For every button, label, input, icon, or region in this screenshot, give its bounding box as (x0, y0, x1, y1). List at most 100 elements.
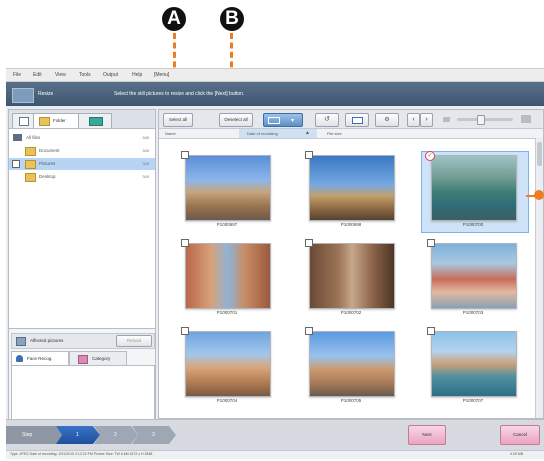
photo-thumbnail[interactable] (185, 155, 271, 221)
callout-b: B (220, 7, 244, 31)
tree-item-label: Pictures (39, 161, 56, 166)
zoom-large-icon (521, 115, 531, 123)
photo-name: P1000702 (340, 310, 362, 315)
menu-tools[interactable]: Tools (79, 72, 91, 78)
vertical-scrollbar[interactable] (535, 138, 543, 418)
cancel-button[interactable]: Cancel (500, 425, 540, 445)
step-label: Step (22, 432, 33, 438)
folder-icon (25, 160, 36, 169)
thumbnail-toolbar: Select all Deselect all ▾ ↺ ⚙ ‹ › (159, 110, 543, 129)
photo-name: P1000701 (216, 310, 238, 315)
photo-checkbox[interactable] (305, 327, 313, 335)
tree-item-document[interactable]: Document 345 (9, 145, 155, 157)
photo-thumbnail[interactable] (431, 243, 517, 309)
photo-name: P1000705 (340, 398, 362, 403)
sort-ascending-icon: ▲ (305, 130, 310, 136)
previous-button[interactable]: ‹ (407, 113, 420, 127)
menu-output[interactable]: Output (103, 72, 118, 78)
tree-item-pictures[interactable]: Pictures 345 (9, 158, 155, 170)
photo-thumbnail[interactable] (431, 331, 517, 397)
photo-checkbox[interactable] (181, 151, 189, 159)
next-button[interactable]: Next (408, 425, 446, 445)
menu-view[interactable]: View (55, 72, 66, 78)
folder-icon (25, 173, 36, 182)
affected-pictures-row: Affected pictures Reload (11, 333, 155, 349)
rotate-button[interactable]: ↺ (315, 113, 339, 127)
tree-item-count: 345 (142, 174, 149, 179)
tree-item-label: All files (26, 135, 41, 140)
view-mode-dropdown[interactable]: ▾ (263, 113, 303, 127)
next-page-button[interactable]: › (420, 113, 433, 127)
photo-checkbox[interactable] (427, 239, 435, 247)
info-button[interactable]: ⚙ (375, 113, 399, 127)
category-icon (78, 355, 88, 364)
menu-extra[interactable]: [Menu] (154, 72, 169, 78)
tab-folder-label: Folder (53, 118, 66, 123)
deselect-all-button[interactable]: Deselect all (219, 113, 253, 127)
zoom-slider[interactable] (457, 115, 513, 125)
photo-thumbnail[interactable] (185, 243, 271, 309)
menu-bar: File Edit View Tools Output Help [Menu] (6, 69, 544, 82)
frame-button[interactable] (345, 113, 369, 127)
photo-thumbnail[interactable] (309, 331, 395, 397)
step-2: 2 (94, 426, 138, 444)
resize-icon (12, 88, 34, 103)
photo-thumbnail[interactable] (185, 331, 271, 397)
tree-item-all-files[interactable]: All files 345 (9, 132, 155, 144)
photo-name: P1000704 (216, 398, 238, 403)
left-tab-strip: Folder (9, 110, 155, 129)
tree-item-count: 345 (142, 135, 149, 140)
thumbnail-view-icon (268, 117, 280, 124)
sort-by-name[interactable]: Name (165, 131, 176, 136)
tree-item-label: Desktop (39, 174, 56, 179)
sort-by-file-size[interactable]: File size (327, 131, 342, 136)
wizard-footer: Step 1 2 3 Next Cancel (6, 419, 544, 450)
photo-checkbox[interactable] (181, 239, 189, 247)
thumbnail-pane: Select all Deselect all ▾ ↺ ⚙ ‹ › Name D… (158, 109, 544, 419)
chevron-right-icon: › (425, 116, 428, 123)
tab-folder[interactable]: Folder (33, 113, 79, 128)
photo-name: P1000703 (462, 310, 484, 315)
chevron-left-icon: ‹ (412, 116, 415, 123)
affected-pictures-label: Affected pictures (30, 338, 64, 343)
step-label-block: Step (6, 426, 66, 444)
frame-icon (352, 117, 363, 124)
select-all-button[interactable]: Select all (163, 113, 193, 127)
photo-checkbox[interactable] (305, 151, 313, 159)
category-label: Category (92, 356, 111, 361)
title-instruction: Select the still pictures to resize and … (114, 91, 245, 97)
photo-name: P1000698 (340, 222, 362, 227)
photo-checkbox[interactable] (305, 239, 313, 247)
tab-calendar[interactable] (12, 113, 34, 128)
zoom-slider-handle[interactable] (477, 115, 485, 125)
menu-edit[interactable]: Edit (33, 72, 42, 78)
scrollbar-thumb[interactable] (537, 142, 542, 166)
status-info: Type: JPEG Date of recording: 3/31/2010 … (10, 452, 153, 456)
album-icon (89, 117, 103, 126)
zoom-small-icon (443, 117, 450, 122)
selected-check-icon[interactable]: ✓ (425, 151, 435, 161)
tab-album[interactable] (78, 113, 112, 128)
tree-item-label: Document (39, 148, 60, 153)
reload-button[interactable]: Reload (116, 335, 152, 347)
folder-icon (25, 147, 36, 156)
selection-pointer-dot (534, 190, 544, 200)
menu-help[interactable]: Help (132, 72, 142, 78)
expand-toggle-icon[interactable] (12, 160, 20, 168)
photo-thumbnail[interactable] (309, 155, 395, 221)
photo-checkbox[interactable] (427, 327, 435, 335)
chevron-down-icon: ▾ (291, 118, 295, 124)
status-file-size: 4.30 MB (510, 452, 524, 456)
menu-file[interactable]: File (13, 72, 21, 78)
photo-thumbnail[interactable] (309, 243, 395, 309)
calendar-icon (19, 117, 29, 126)
person-icon (16, 355, 23, 362)
step-2-number: 2 (114, 432, 117, 438)
sort-by-date[interactable]: Date of recording (247, 131, 278, 136)
tree-item-desktop[interactable]: Desktop 345 (9, 171, 155, 183)
computer-icon (13, 134, 22, 141)
photo-thumbnail[interactable] (431, 155, 517, 221)
photo-name: P1000697 (216, 222, 238, 227)
rotate-icon: ↺ (324, 116, 330, 123)
photo-checkbox[interactable] (181, 327, 189, 335)
